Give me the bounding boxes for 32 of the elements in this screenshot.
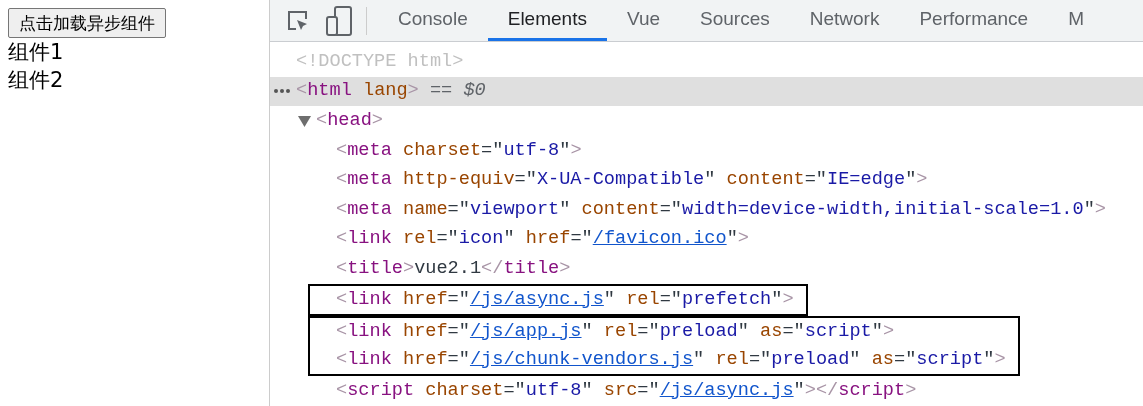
component-text: 组件2: [8, 67, 65, 94]
code-line: <link rel="icon" href="/favicon.ico">: [336, 227, 749, 252]
code-line: <!DOCTYPE html>: [296, 49, 464, 74]
devtools-tab[interactable]: Console: [378, 0, 488, 41]
devtools-tab[interactable]: Sources: [680, 0, 790, 41]
devtools-tab[interactable]: Performance: [899, 0, 1049, 41]
url-link[interactable]: /js/chunk-vendors.js: [469, 348, 694, 370]
devtools-tab[interactable]: Elements: [487, 0, 607, 41]
code-line: <html lang> == $0: [296, 79, 486, 104]
code-line: <meta name="viewport" content="width=device-width,initial-scale=1.0">: [336, 197, 1106, 222]
load-components-button[interactable]: 点击加载异步组件: [8, 8, 166, 38]
ellipsis-icon[interactable]: [274, 88, 290, 93]
inspect-icon[interactable]: [286, 8, 310, 33]
code-line: <meta http-equiv="X-UA-Compatible" content="IE=edge">: [336, 168, 928, 193]
devtools-tab[interactable]: Network: [789, 0, 900, 41]
code-line: <head>: [316, 109, 383, 134]
expanded-triangle-icon[interactable]: [298, 115, 311, 127]
code-line: <meta charset="utf-8">: [336, 138, 582, 163]
devtools-tab[interactable]: Vue: [606, 0, 681, 41]
code-line: <link href="/js/async.js" rel="prefetch">: [336, 287, 794, 312]
url-link[interactable]: /js/app.js: [469, 320, 582, 342]
code-line: <link href="/js/chunk-vendors.js" rel="preload" as="script">: [336, 347, 1006, 372]
devtools-tab[interactable]: M: [1048, 0, 1105, 41]
url-link[interactable]: /js/async.js: [469, 288, 604, 310]
code-line: <script charset="utf-8" src="/js/async.js"></script>: [336, 378, 917, 403]
component-text: 组件1: [8, 39, 65, 66]
url-link[interactable]: /favicon.ico: [592, 228, 727, 250]
url-link[interactable]: /js/async.js: [659, 379, 794, 401]
selected-row[interactable]: <html lang> == $0: [270, 76, 1143, 107]
code-line: <title>vue2.1</title>: [336, 257, 571, 281]
code-line: <link href="/js/app.js" rel="preload" as="script">: [336, 319, 895, 344]
device-toolbar-icon[interactable]: [326, 5, 352, 36]
